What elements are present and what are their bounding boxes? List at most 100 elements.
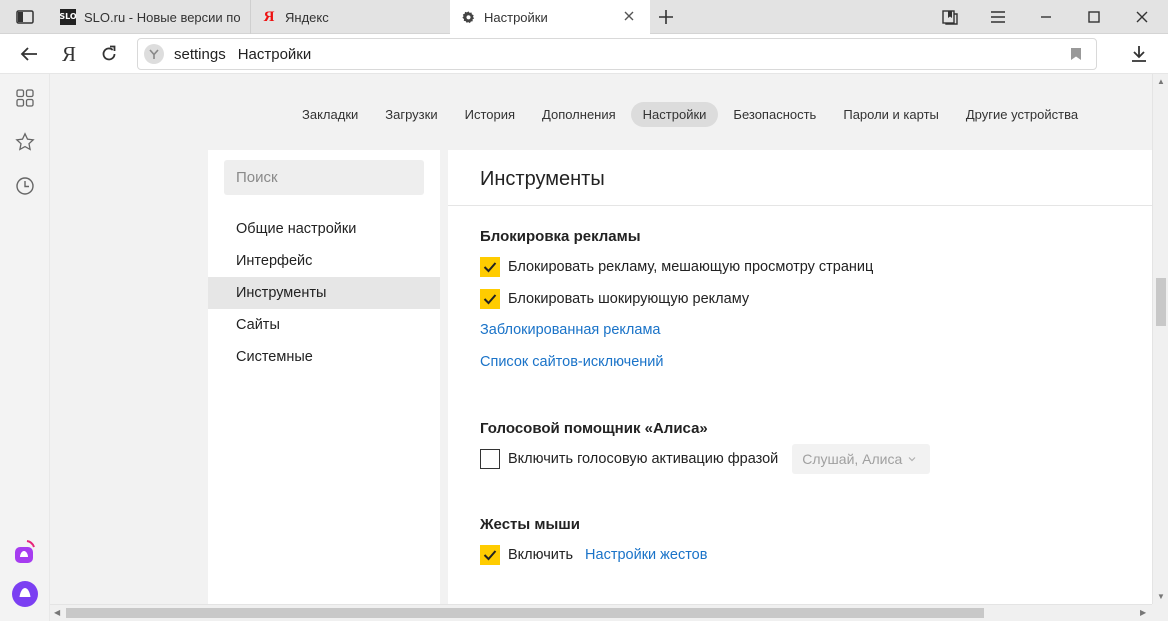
- checkmark-icon: [483, 262, 497, 273]
- bookmark-button[interactable]: [1070, 47, 1082, 64]
- nav-settings[interactable]: Настройки: [630, 102, 719, 127]
- menu-button[interactable]: [974, 0, 1022, 34]
- settings-top-nav: Закладки Загрузки История Дополнения Нас…: [290, 102, 1093, 127]
- alice-station-button[interactable]: [13, 540, 37, 564]
- mouse-gestures-option[interactable]: Включить Настройки жестов: [480, 545, 707, 565]
- settings-search-input[interactable]: [224, 160, 424, 195]
- grid-icon: [16, 89, 34, 107]
- scroll-right-arrow-icon[interactable]: ▶: [1140, 608, 1146, 617]
- tab-yandex[interactable]: Я Яндекс: [250, 0, 450, 34]
- history-panel-button[interactable]: [13, 174, 37, 198]
- yandex-logo: Я: [61, 41, 76, 66]
- browser-sidebar: [0, 74, 50, 621]
- page-title: Настройки: [237, 45, 312, 63]
- tab-title: SLO.ru - Новые версии пог: [84, 9, 240, 25]
- activation-phrase-select[interactable]: Слушай, Алиса: [792, 444, 931, 474]
- nav-bookmarks[interactable]: Закладки: [290, 102, 370, 127]
- exceptions-list-link[interactable]: Список сайтов-исключений: [480, 354, 663, 370]
- close-window-button[interactable]: [1118, 0, 1166, 34]
- menu-item-sites[interactable]: Сайты: [208, 309, 440, 341]
- checkbox-checked[interactable]: [480, 545, 500, 565]
- arrow-left-icon: [20, 47, 37, 61]
- bookmarks-panel-button[interactable]: [13, 130, 37, 154]
- checkbox-label: Блокировать рекламу, мешающую просмотру …: [508, 259, 874, 275]
- scroll-down-arrow-icon[interactable]: ▼: [1157, 592, 1165, 601]
- slo-favicon: SLO: [59, 9, 77, 25]
- checkbox-label: Блокировать шокирующую рекламу: [508, 291, 750, 307]
- hamburger-icon: [991, 11, 1005, 23]
- maximize-button[interactable]: [1070, 0, 1118, 34]
- checkbox-checked[interactable]: [480, 257, 500, 277]
- scrollbar-corner: [1152, 604, 1168, 621]
- settings-page: Закладки Загрузки История Дополнения Нас…: [50, 74, 1152, 604]
- downloads-button[interactable]: [1124, 40, 1154, 68]
- site-info-icon[interactable]: [144, 44, 164, 64]
- clock-icon: [16, 177, 34, 195]
- nav-passwords-cards[interactable]: Пароли и карты: [831, 102, 951, 127]
- sidebar-toggle-button[interactable]: [8, 4, 42, 30]
- menu-item-general[interactable]: Общие настройки: [208, 213, 440, 245]
- mouse-gestures-section-title: Жесты мыши: [480, 516, 580, 533]
- address-bar[interactable]: settings Настройки: [137, 38, 1097, 70]
- tab-strip: SLO SLO.ru - Новые версии пог Я Яндекс Н…: [0, 0, 1168, 34]
- menu-item-tools[interactable]: Инструменты: [208, 277, 440, 309]
- ad-block-option-shocking[interactable]: Блокировать шокирующую рекламу: [480, 289, 749, 309]
- plus-icon: [659, 10, 673, 24]
- minimize-button[interactable]: [1022, 0, 1070, 34]
- menu-item-interface[interactable]: Интерфейс: [208, 245, 440, 277]
- new-tab-button[interactable]: [654, 5, 678, 29]
- alice-button[interactable]: [11, 580, 39, 608]
- horizontal-scrollbar[interactable]: ◀ ▶: [50, 604, 1152, 621]
- settings-main-panel: Инструменты Блокировка рекламы Блокирова…: [448, 150, 1152, 604]
- checkbox-checked[interactable]: [480, 289, 500, 309]
- url-host: settings: [174, 45, 226, 63]
- back-button[interactable]: [14, 40, 44, 68]
- tab-settings[interactable]: Настройки: [450, 0, 650, 34]
- divider: [448, 205, 1152, 206]
- bookmark-icon: [1071, 48, 1081, 60]
- yandex-home-button[interactable]: Я: [54, 40, 84, 68]
- alice-voice-activation-option[interactable]: Включить голосовую активацию фразой Слуш…: [480, 444, 931, 474]
- blocked-ads-link[interactable]: Заблокированная реклама: [480, 322, 661, 338]
- maximize-icon: [1088, 11, 1100, 23]
- nav-extensions[interactable]: Дополнения: [530, 102, 628, 127]
- menu-item-system[interactable]: Системные: [208, 341, 440, 373]
- reload-icon: [102, 45, 116, 61]
- ad-block-option-intrusive[interactable]: Блокировать рекламу, мешающую просмотру …: [480, 257, 873, 277]
- close-icon: [624, 11, 634, 21]
- nav-other-devices[interactable]: Другие устройства: [954, 102, 1090, 127]
- bookmarks-manager-button[interactable]: [926, 0, 974, 34]
- checkmark-icon: [483, 550, 497, 561]
- select-value: Слушай, Алиса: [802, 451, 903, 467]
- tableau-button[interactable]: [13, 86, 37, 110]
- yandex-favicon: Я: [263, 8, 275, 25]
- checkbox-label: Включить: [508, 547, 574, 563]
- alice-section-title: Голосовой помощник «Алиса»: [480, 420, 708, 437]
- panel-title: Инструменты: [480, 168, 605, 190]
- tab-slo[interactable]: SLO SLO.ru - Новые версии пог: [50, 0, 250, 34]
- nav-security[interactable]: Безопасность: [721, 102, 828, 127]
- download-icon: [1132, 46, 1146, 62]
- scroll-up-arrow-icon[interactable]: ▲: [1157, 77, 1165, 86]
- reload-button[interactable]: [94, 40, 124, 68]
- tab-title: Настройки: [484, 9, 548, 25]
- scroll-left-arrow-icon[interactable]: ◀: [54, 608, 60, 617]
- bookmark-list-icon: [942, 10, 958, 25]
- chevron-down-icon: [908, 457, 916, 462]
- alice-station-icon: [15, 540, 35, 563]
- settings-sidebar: Общие настройки Интерфейс Инструменты Са…: [208, 150, 440, 604]
- horizontal-scroll-thumb[interactable]: [66, 608, 984, 618]
- nav-downloads[interactable]: Загрузки: [373, 102, 449, 127]
- ad-block-section-title: Блокировка рекламы: [480, 228, 641, 245]
- navigation-bar: Я settings Настройки: [0, 34, 1168, 74]
- settings-menu: Общие настройки Интерфейс Инструменты Са…: [208, 213, 440, 373]
- alice-icon: [12, 581, 38, 607]
- minimize-icon: [1041, 16, 1051, 18]
- gesture-settings-link[interactable]: Настройки жестов: [585, 547, 707, 563]
- close-tab-button[interactable]: [622, 9, 636, 23]
- nav-history[interactable]: История: [453, 102, 527, 127]
- vertical-scroll-thumb[interactable]: [1156, 278, 1166, 326]
- gear-icon: [460, 9, 476, 25]
- checkbox-unchecked[interactable]: [480, 449, 500, 469]
- vertical-scrollbar[interactable]: ▲ ▼: [1152, 74, 1168, 605]
